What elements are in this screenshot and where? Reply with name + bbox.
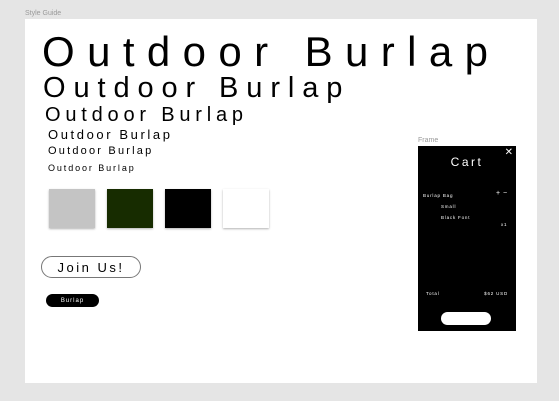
- decrease-quantity-button[interactable]: −: [503, 190, 507, 197]
- canvas-label: Style Guide: [25, 10, 62, 17]
- increase-quantity-button[interactable]: +: [496, 190, 500, 197]
- heading-2-sample: Outdoor Burlap: [43, 72, 351, 104]
- swatch-white: [223, 189, 269, 228]
- burlap-button[interactable]: Burlap: [46, 294, 99, 307]
- join-us-button[interactable]: Join Us!: [41, 256, 141, 278]
- cart-item-name: Burlap Bag: [423, 193, 454, 198]
- cart-item-font: Black Font: [441, 215, 471, 220]
- heading-5-sample: Outdoor Burlap: [48, 145, 154, 157]
- heading-1-sample: Outdoor Burlap: [42, 28, 501, 75]
- cart-title: Cart: [450, 155, 484, 169]
- cart-item-size: Small: [441, 204, 457, 209]
- checkout-button[interactable]: Checkout: [441, 312, 491, 325]
- swatch-green: [107, 189, 153, 228]
- swatch-gray: [49, 189, 95, 228]
- swatch-black: [165, 189, 211, 228]
- heading-6-sample: Outdoor Burlap: [48, 163, 136, 173]
- heading-4-sample: Outdoor Burlap: [48, 127, 173, 142]
- cart-item-quantity: x1: [501, 222, 508, 227]
- total-label: Total: [426, 291, 440, 296]
- heading-3-sample: Outdoor Burlap: [45, 104, 248, 126]
- total-value: $62 USD: [484, 291, 508, 296]
- frame-label: Frame: [418, 137, 439, 144]
- cart-frame: ✕ Cart Burlap Bag + − Small Black Font x…: [418, 146, 516, 331]
